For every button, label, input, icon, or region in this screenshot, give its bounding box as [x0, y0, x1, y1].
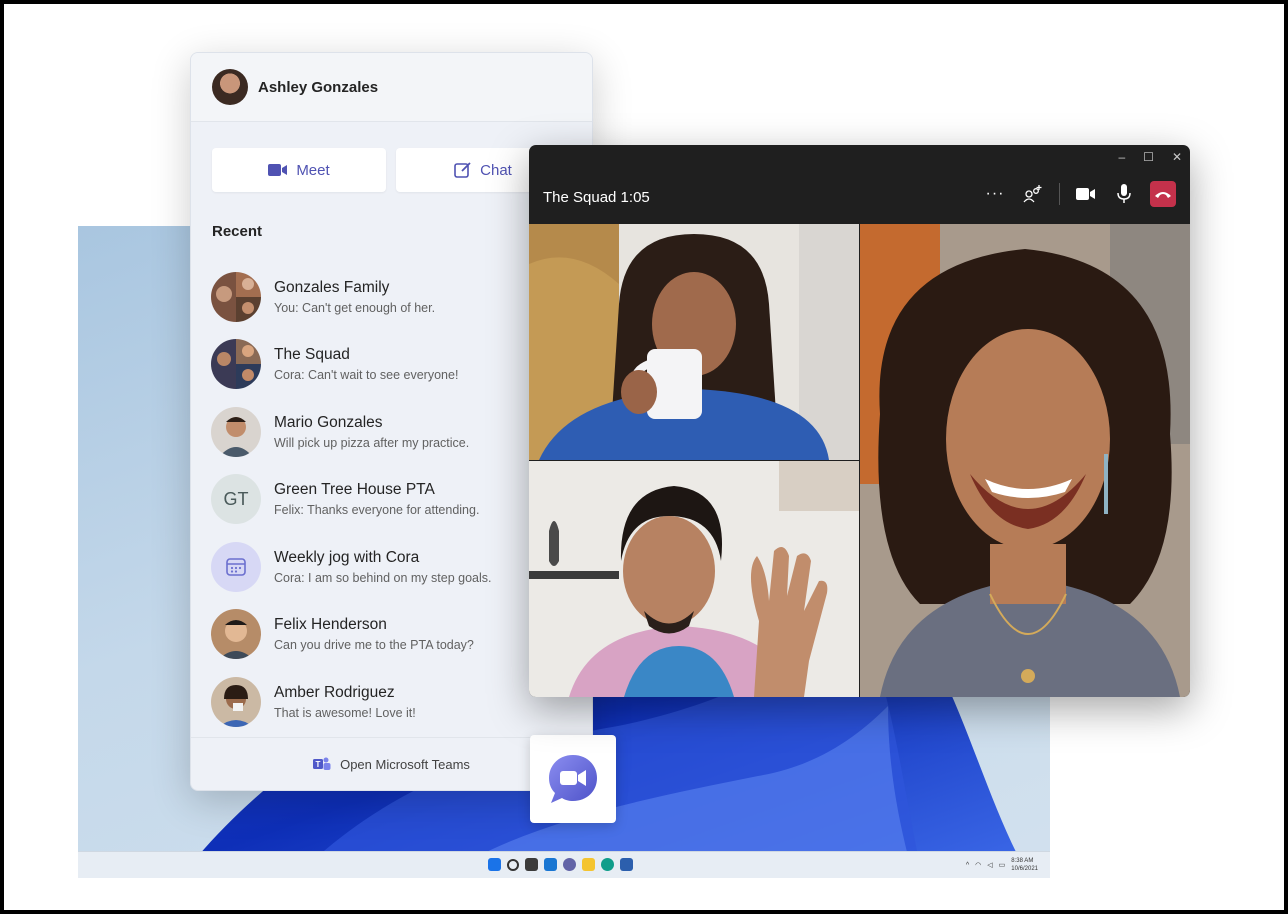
initials-avatar: GT — [211, 474, 261, 525]
close-icon[interactable]: ✕ — [1172, 150, 1182, 164]
user-name: Ashley Gonzales — [258, 78, 379, 96]
meet-button-label: Meet — [296, 161, 330, 179]
clock-date: 10/6/2021 — [1011, 866, 1038, 872]
battery-icon[interactable]: ▭ — [999, 861, 1006, 869]
conversation-preview: You: Can't get enough of her. — [274, 300, 436, 315]
camera-icon[interactable] — [1074, 182, 1098, 206]
list-item[interactable]: Gonzales Family You: Can't get enough of… — [211, 263, 571, 331]
conversation-name: Weekly jog with Cora — [274, 548, 420, 566]
hang-up-icon — [1155, 192, 1171, 198]
call-title: The Squad 1:05 — [543, 188, 650, 206]
edge-icon[interactable] — [601, 858, 614, 871]
file-explorer-icon[interactable] — [582, 858, 595, 871]
flyout-header: Ashley Gonzales — [191, 53, 592, 122]
teams-logo-icon: T — [313, 757, 331, 770]
toolbar-divider — [1059, 183, 1060, 205]
list-item[interactable]: The Squad Cora: Can't wait to see everyo… — [211, 331, 571, 399]
clock-time: 8:38 AM — [1011, 858, 1034, 864]
conversation-preview: Cora: Can't wait to see everyone! — [274, 368, 459, 383]
taskbar: ^ ◠ ◁ ▭ 8:38 AM 10/6/2021 — [78, 851, 1050, 878]
chevron-up-icon[interactable]: ^ — [966, 862, 969, 869]
conversation-name: Felix Henderson — [274, 616, 387, 634]
list-item[interactable]: Felix Henderson Can you drive me to the … — [211, 601, 571, 669]
volume-icon[interactable]: ◁ — [987, 861, 992, 869]
store-icon[interactable] — [620, 858, 633, 871]
initials: GT — [223, 488, 249, 509]
maximize-icon[interactable]: ☐ — [1143, 150, 1154, 164]
meet-button[interactable]: Meet — [212, 148, 386, 192]
video-camera-icon — [268, 164, 288, 176]
participant-video-3[interactable] — [860, 224, 1190, 697]
chat-icon[interactable] — [563, 858, 576, 871]
widgets-icon[interactable] — [544, 858, 557, 871]
teams-chat-taskbar-tile[interactable] — [530, 735, 616, 823]
list-item[interactable]: Mario Gonzales Will pick up pizza after … — [211, 398, 571, 466]
calendar-icon — [226, 557, 246, 576]
recent-list: Gonzales Family You: Can't get enough of… — [211, 263, 571, 736]
start-icon[interactable] — [488, 858, 501, 871]
system-tray[interactable]: ^ ◠ ◁ ▭ 8:38 AM 10/6/2021 — [966, 857, 1038, 873]
clock[interactable]: 8:38 AM 10/6/2021 — [1011, 857, 1038, 873]
search-icon[interactable] — [507, 859, 519, 871]
conversation-preview: Can you drive me to the PTA today? — [274, 638, 474, 653]
meeting-avatar — [211, 541, 261, 592]
participant-video-1[interactable] — [529, 224, 859, 460]
video-grid — [529, 224, 1190, 697]
conversation-name: Amber Rodriguez — [274, 683, 395, 701]
wifi-icon[interactable]: ◠ — [975, 861, 981, 869]
hang-up-button[interactable] — [1150, 181, 1176, 207]
compose-icon — [454, 162, 471, 178]
recent-heading: Recent — [212, 223, 263, 240]
conversation-preview: Will pick up pizza after my practice. — [274, 435, 470, 450]
add-people-icon[interactable] — [1021, 182, 1045, 206]
conversation-name: Gonzales Family — [274, 278, 390, 296]
chat-button-label: Chat — [480, 161, 512, 179]
avatar[interactable] — [212, 69, 248, 105]
conversation-name: Mario Gonzales — [274, 413, 383, 431]
svg-text:T: T — [316, 760, 321, 769]
conversation-name: Green Tree House PTA — [274, 481, 435, 499]
avatar — [211, 676, 261, 727]
open-teams-label: Open Microsoft Teams — [340, 756, 470, 772]
teams-chat-icon — [549, 755, 597, 803]
task-view-icon[interactable] — [525, 858, 538, 871]
conversation-preview: That is awesome! Love it! — [274, 705, 416, 720]
list-item[interactable]: Weekly jog with Cora Cora: I am so behin… — [211, 533, 571, 601]
list-item[interactable]: Amber Rodriguez That is awesome! Love it… — [211, 668, 571, 736]
call-window: – ☐ ✕ The Squad 1:05 ··· — [529, 145, 1190, 697]
window-titlebar: – ☐ ✕ — [529, 145, 1190, 171]
conversation-preview: Cora: I am so behind on my step goals. — [274, 570, 492, 585]
participant-video-2[interactable] — [529, 461, 859, 697]
avatar — [211, 406, 261, 457]
minimize-icon[interactable]: – — [1118, 150, 1125, 164]
group-avatar — [211, 339, 261, 390]
microphone-icon[interactable] — [1112, 182, 1136, 206]
more-options-icon[interactable]: ··· — [983, 182, 1007, 206]
conversation-name: The Squad — [274, 346, 350, 364]
list-item[interactable]: GT Green Tree House PTA Felix: Thanks ev… — [211, 466, 571, 534]
avatar — [211, 609, 261, 660]
conversation-preview: Felix: Thanks everyone for attending. — [274, 503, 480, 518]
group-avatar — [211, 271, 261, 322]
call-toolbar: The Squad 1:05 ··· — [529, 171, 1190, 223]
